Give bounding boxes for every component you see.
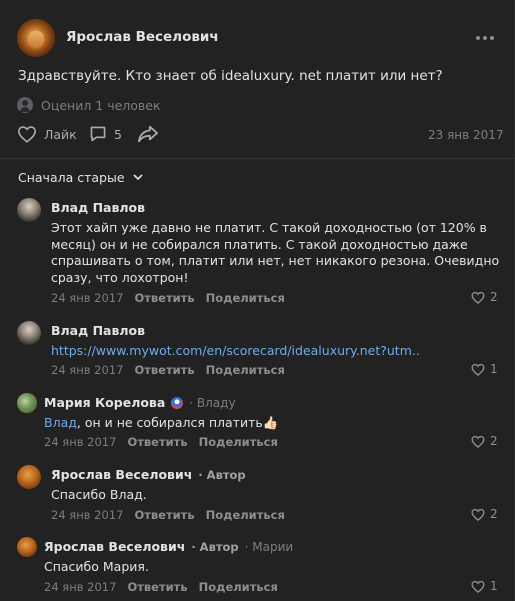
heart-icon [471,363,485,376]
comment-text: Влад, он и не собирался платить👍🏻 [44,415,278,432]
commenter-avatar[interactable] [17,321,41,345]
user-icon [17,97,33,113]
comment-date[interactable]: 24 янв 2017 [51,508,123,522]
share-comment-button[interactable]: Поделиться [206,291,285,305]
like-count: 1 [490,579,498,593]
comment-date[interactable]: 24 янв 2017 [51,363,123,377]
comment-like-button[interactable]: 2 [471,507,498,521]
heart-icon [17,126,37,143]
comment-like-button[interactable]: 2 [471,434,498,448]
like-count: 1 [490,362,498,376]
comment-icon [90,126,106,142]
share-comment-button[interactable]: Поделиться [199,435,278,449]
comment-date[interactable]: 24 янв 2017 [44,435,116,449]
comment-header: Мария Корелова · Владу [44,395,236,410]
author-badge: · Автор [191,539,239,554]
reply-to[interactable]: · Владу [189,396,235,410]
rated-count[interactable]: Оценил 1 человек [41,98,161,113]
post-card: Ярослав Веселович Здравствуйте. Кто знае… [0,0,515,601]
reply-to[interactable]: · Марии [245,540,294,554]
reply-button[interactable]: Ответить [134,363,194,377]
share-comment-button[interactable]: Поделиться [206,363,285,377]
commenter-avatar[interactable] [17,393,37,413]
comment-like-button[interactable]: 2 [471,290,498,304]
comment-text: Этот хайп уже давно не платит. С такой д… [51,220,500,285]
heart-icon [471,508,485,521]
badge-icon [171,396,184,409]
comment-date[interactable]: 24 янв 2017 [51,291,123,305]
reply-button[interactable]: Ответить [134,508,194,522]
sort-label: Сначала старые [18,170,125,185]
share-comment-button[interactable]: Поделиться [206,508,285,522]
divider [0,158,515,159]
share-comment-button[interactable]: Поделиться [199,580,278,594]
post-text: Здравствуйте. Кто знает об idealuxury. n… [18,68,443,84]
comment-meta: 24 янв 2017 Ответить Поделиться [44,580,278,594]
heart-icon [471,291,485,304]
mention-link[interactable]: Влад [44,415,77,430]
comments-count: 5 [114,126,122,142]
comment-author[interactable]: Влад Павлов [51,200,145,215]
more-options-icon[interactable] [476,36,494,42]
comment-author[interactable]: Ярослав Веселович [51,467,192,482]
commenter-avatar[interactable] [17,537,37,557]
like-count: 2 [490,290,498,304]
reply-button[interactable]: Ответить [127,580,187,594]
comment-author[interactable]: Влад Павлов [51,323,145,338]
share-icon [138,125,158,143]
post-date[interactable]: 23 янв 2017 [428,128,504,142]
share-button[interactable] [137,124,159,144]
like-button[interactable]: Лайк [17,125,77,143]
comment-date[interactable]: 24 янв 2017 [44,580,116,594]
like-count: 2 [490,507,498,521]
like-label: Лайк [44,126,77,142]
comment-header: Ярослав Веселович · Автор · Марии [44,539,293,554]
chevron-down-icon [132,174,143,181]
comments-button[interactable]: 5 [89,125,122,143]
author-avatar[interactable] [17,19,55,57]
comment-text-body: , он и не собирался платить👍🏻 [76,415,279,430]
author-badge: · Автор [198,467,246,482]
sort-dropdown[interactable]: Сначала старые [18,170,143,185]
comment-like-button[interactable]: 1 [471,362,498,376]
comment-meta: 24 янв 2017 Ответить Поделиться [51,291,285,305]
comment-author[interactable]: Мария Корелова [44,395,165,410]
comment-link[interactable]: https://www.mywot.com/en/scorecard/ideal… [51,343,420,360]
comment-author[interactable]: Ярослав Веселович [44,539,185,554]
comment-like-button[interactable]: 1 [471,579,498,593]
comment-text: Спасибо Влад. [51,487,147,502]
heart-icon [471,435,485,448]
comment-meta: 24 янв 2017 Ответить Поделиться [51,363,285,377]
author-name[interactable]: Ярослав Веселович [66,29,219,45]
heart-icon [471,580,485,593]
reply-button[interactable]: Ответить [134,291,194,305]
commenter-avatar[interactable] [17,465,41,489]
reply-button[interactable]: Ответить [127,435,187,449]
comment-meta: 24 янв 2017 Ответить Поделиться [51,508,285,522]
comment-meta: 24 янв 2017 Ответить Поделиться [44,435,278,449]
comment-text: Спасибо Мария. [44,559,149,574]
comment-header: Ярослав Веселович · Автор [51,467,246,482]
commenter-avatar[interactable] [17,198,41,222]
like-count: 2 [490,434,498,448]
